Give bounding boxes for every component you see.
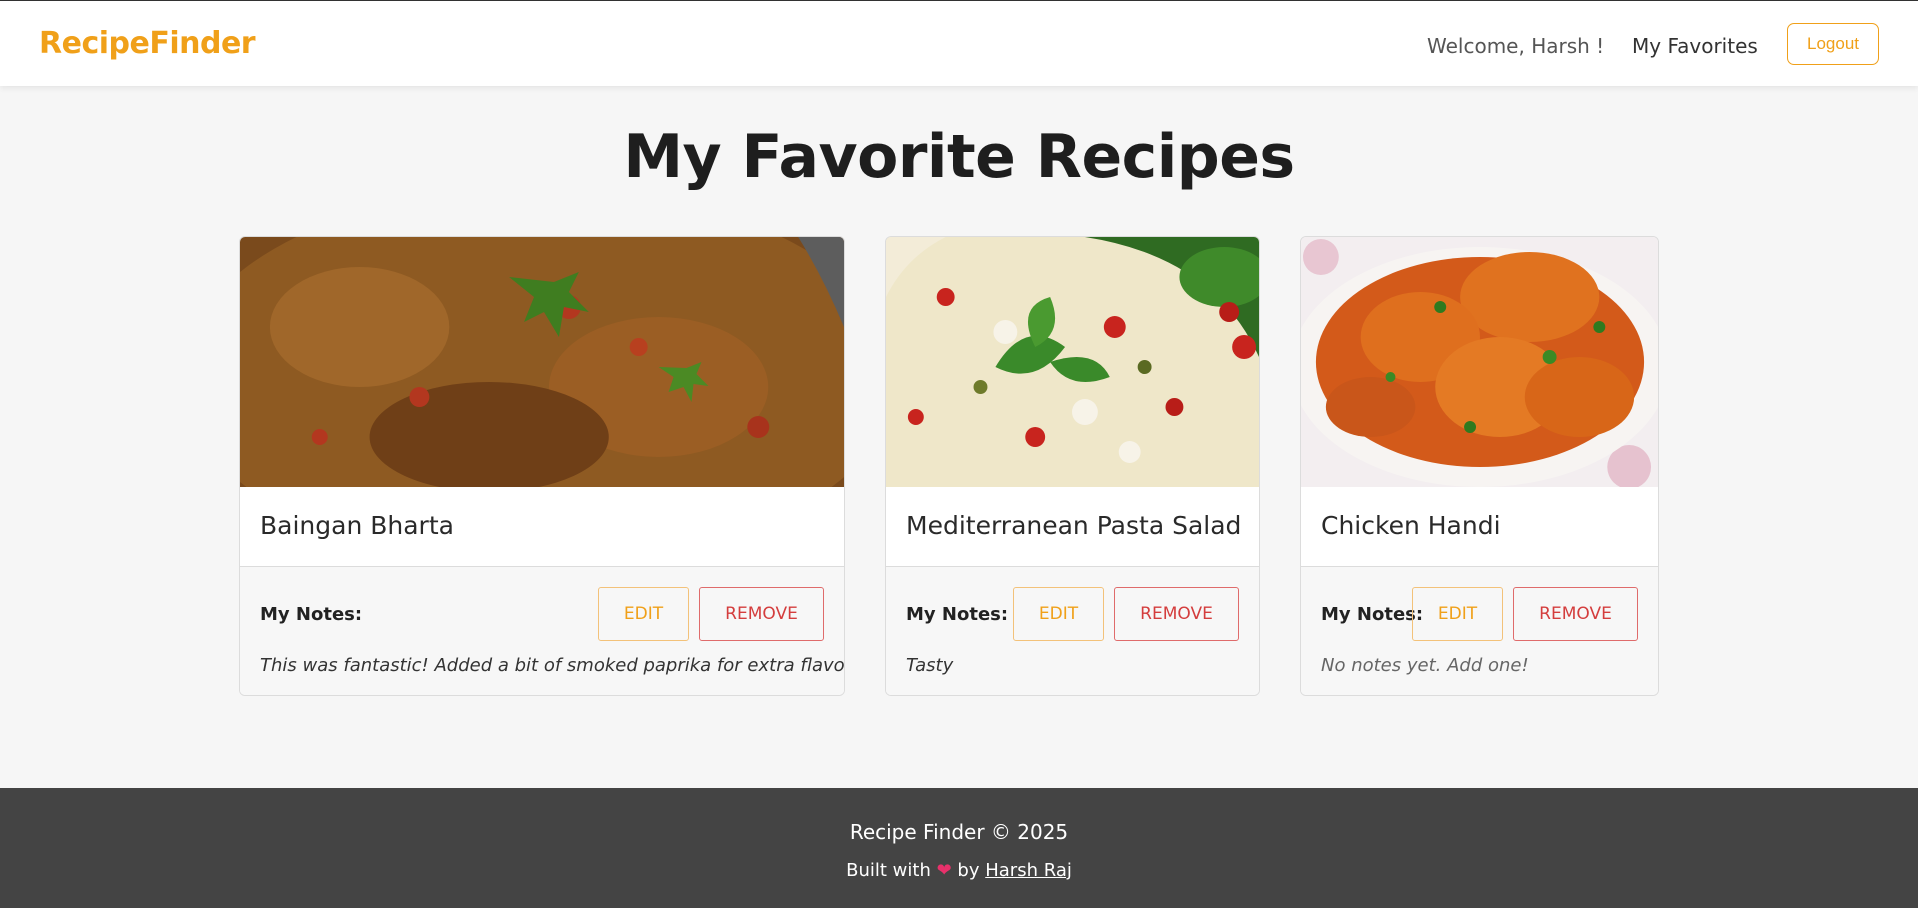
recipe-title[interactable]: Baingan Bharta bbox=[260, 511, 454, 540]
card-footer: My Notes: EDIT REMOVE No notes yet. Add … bbox=[1301, 566, 1658, 695]
card-footer: My Notes: EDIT REMOVE This was fantastic… bbox=[240, 566, 845, 695]
recipe-image[interactable] bbox=[1301, 237, 1658, 487]
brand-logo[interactable]: RecipeFinder bbox=[39, 26, 256, 61]
notes-label: My Notes: bbox=[1321, 604, 1424, 625]
notes-label: My Notes: bbox=[260, 604, 363, 625]
recipe-title[interactable]: Chicken Handi bbox=[1321, 511, 1501, 540]
note-text: Tasty bbox=[906, 655, 954, 676]
navbar: RecipeFinder Welcome, Harsh ! My Favorit… bbox=[0, 1, 1918, 86]
recipe-card: Chicken Handi My Notes: EDIT REMOVE No n… bbox=[1300, 236, 1659, 696]
recipe-card: Mediterranean Pasta Salad My Notes: EDIT… bbox=[885, 236, 1260, 696]
remove-favorite-button[interactable]: REMOVE bbox=[1513, 587, 1638, 641]
edit-note-button[interactable]: EDIT bbox=[1412, 587, 1503, 641]
site-footer: Recipe Finder © 2025 Built with ❤ by Har… bbox=[0, 788, 1918, 908]
edit-note-button[interactable]: EDIT bbox=[1013, 587, 1104, 641]
page-title: My Favorite Recipes bbox=[623, 122, 1295, 192]
footer-copyright: Recipe Finder © 2025 bbox=[849, 820, 1069, 844]
recipe-image[interactable] bbox=[886, 237, 1259, 487]
built-with-text: Built with bbox=[846, 860, 931, 881]
remove-favorite-button[interactable]: REMOVE bbox=[1114, 587, 1239, 641]
recipe-card: Baingan Bharta My Notes: EDIT REMOVE Thi… bbox=[239, 236, 845, 696]
note-placeholder-text: No notes yet. Add one! bbox=[1321, 655, 1529, 676]
recipe-title[interactable]: Mediterranean Pasta Salad bbox=[906, 511, 1241, 540]
logout-button[interactable]: Logout bbox=[1787, 23, 1879, 65]
by-text: by bbox=[957, 860, 980, 881]
remove-favorite-button[interactable]: REMOVE bbox=[699, 587, 824, 641]
heart-icon: ❤ bbox=[936, 860, 952, 881]
card-footer: My Notes: EDIT REMOVE Tasty bbox=[886, 566, 1259, 695]
notes-label: My Notes: bbox=[906, 604, 1009, 625]
welcome-text: Welcome, Harsh ! bbox=[1427, 34, 1605, 58]
author-link[interactable]: Harsh Raj bbox=[985, 860, 1072, 881]
note-text: This was fantastic! Added a bit of smoke… bbox=[260, 655, 845, 676]
my-favorites-link[interactable]: My Favorites bbox=[1632, 34, 1758, 58]
footer-credit: Built with ❤ by Harsh Raj bbox=[0, 860, 1918, 881]
recipe-image[interactable] bbox=[240, 237, 844, 487]
edit-note-button[interactable]: EDIT bbox=[598, 587, 689, 641]
